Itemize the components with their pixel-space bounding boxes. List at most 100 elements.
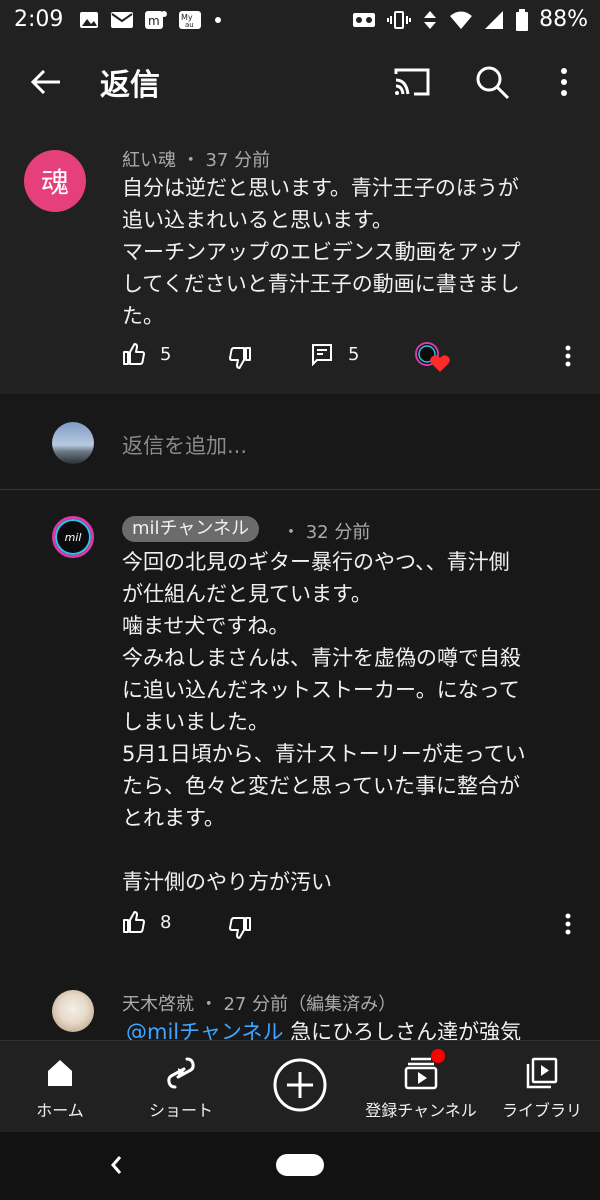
nav-shorts[interactable]: ショート (138, 1041, 224, 1133)
reply-text: @milチャンネル 急にひろしさん達が強気 (126, 1016, 521, 1040)
reply-text-start: 急にひろしさん達が強気 (290, 1020, 522, 1040)
reply-meta: 天木啓就 ・ 27 分前（編集済み） (122, 990, 396, 1016)
status-bar: 2:09 m My au 88% (0, 0, 600, 40)
search-icon (476, 66, 510, 100)
reply-more-button[interactable] (558, 912, 578, 936)
dot-icon (215, 17, 221, 23)
more-vert-icon (561, 68, 567, 96)
creator-channel-badge[interactable]: milチャンネル (122, 516, 259, 542)
reply-text: 今回の北見のギター暴行のやつ、、青汁側 が仕組んだと見ています。 噛ませ犬ですね… (122, 546, 526, 898)
library-icon (522, 1055, 562, 1091)
status-time: 2:09 (14, 7, 64, 32)
reply-line: とれます。 (122, 806, 225, 830)
notification-icons: m My au (78, 9, 224, 31)
nav-label: ホーム (36, 1101, 84, 1120)
dislike-button[interactable] (228, 916, 252, 940)
avatar[interactable]: mil (52, 516, 94, 558)
avatar[interactable]: 魂 (24, 150, 86, 212)
thumbs-down-icon (229, 347, 251, 369)
reply-line: 噛ませ犬ですね。 (122, 614, 290, 638)
m-app-icon: m (145, 11, 167, 29)
signal-icon (485, 10, 504, 29)
reply-time: 32 分前 (305, 522, 371, 543)
more-options-button[interactable] (546, 60, 582, 104)
add-circle-icon (273, 1058, 327, 1112)
create-button[interactable] (272, 1057, 328, 1113)
like-count: 5 (160, 343, 172, 365)
reply-line: 今回の北見のギター暴行のやつ、、青汁側 (122, 550, 510, 574)
vibrate-icon (387, 10, 412, 29)
reply-author[interactable]: 天木啓就 (122, 994, 194, 1015)
bottom-navigation: ホーム ショート 登録チャンネル ライブラリ (0, 1040, 600, 1132)
app-bar: 返信 (0, 40, 600, 122)
like-button[interactable]: 8 (122, 910, 171, 934)
reply-meta: ・ 32 分前 (282, 518, 370, 544)
meta-separator: ・ (181, 150, 206, 171)
add-reply-row: 返信を追加... (0, 394, 600, 490)
nav-label: 登録チャンネル (365, 1101, 477, 1120)
chevron-left-icon (111, 1156, 122, 1174)
thumbs-up-icon (123, 343, 145, 365)
image-icon (80, 12, 98, 28)
comment-icon (312, 344, 332, 366)
reply-line: たら、色々と変だと思っていた事に整合が (122, 774, 520, 798)
cast-button[interactable] (390, 60, 434, 104)
battery-icon (516, 8, 529, 31)
search-button[interactable] (470, 60, 514, 104)
svg-text:au: au (185, 21, 194, 29)
creator-heart-icon (415, 342, 450, 372)
comment-line: 追い込まれいると思います。 (122, 208, 393, 232)
parent-comment: 魂 紅い魂 ・ 37 分前 自分は逆だと思います。青汁王子のほうが 追い込まれい… (0, 122, 600, 394)
comment-more-button[interactable] (558, 344, 578, 368)
reply-button[interactable]: 5 (310, 342, 359, 366)
more-vert-icon (565, 345, 571, 367)
battery-percent: 88% (539, 7, 588, 32)
reply-line: が仕組んだと見ています。 (122, 582, 372, 606)
add-reply-input[interactable]: 返信を追加... (122, 430, 247, 460)
my-au-icon: Myau (179, 11, 201, 29)
avatar[interactable] (52, 990, 94, 1032)
nav-home[interactable]: ホーム (20, 1041, 100, 1133)
user-avatar (52, 422, 94, 464)
like-button[interactable]: 5 (122, 342, 171, 366)
cast-icon (394, 68, 430, 96)
notification-dot (431, 1049, 445, 1063)
reply-time: 27 分前（編集済み） (223, 994, 397, 1015)
system-navigation-bar (0, 1132, 600, 1200)
nav-label: ショート (148, 1101, 213, 1120)
system-back-button[interactable] (104, 1150, 128, 1180)
comment-meta: 紅い魂 ・ 37 分前 (122, 146, 270, 172)
shorts-icon (161, 1055, 201, 1091)
page-title: 返信 (100, 68, 160, 103)
comment-line: マーチンアップのエビデンス動画をアップ (122, 240, 521, 264)
more-vert-icon (565, 913, 571, 935)
reply-line: しまいました。 (122, 710, 269, 734)
svg-text:m: m (148, 14, 160, 28)
reply-item: mil milチャンネル ・ 32 分前 今回の北見のギター暴行のやつ、、青汁側… (0, 490, 600, 976)
data-arrows-icon (424, 10, 437, 29)
meta-separator: ・ (282, 522, 306, 543)
comment-text: 自分は逆だと思います。青汁王子のほうが 追い込まれいると思います。 マーチンアッ… (122, 172, 521, 332)
wifi-icon (450, 11, 473, 29)
dislike-button[interactable] (228, 346, 252, 370)
subscriptions-icon (401, 1049, 445, 1091)
thumbs-down-icon (229, 917, 251, 939)
comment-line: た。 (122, 304, 164, 328)
thumbs-up-icon (123, 911, 145, 933)
back-button[interactable] (26, 62, 66, 102)
nav-subscriptions[interactable]: 登録チャンネル (356, 1041, 486, 1133)
nav-library[interactable]: ライブラリ (496, 1041, 588, 1133)
arrow-back-icon (30, 69, 60, 95)
comment-line: してくださいと青汁王子の動画に書きまし (122, 272, 520, 296)
reply-line: 今みねしまさんは、青汁を虚偽の噂で自殺 (122, 646, 521, 670)
comment-time: 37 分前 (205, 150, 271, 171)
mention-link[interactable]: @milチャンネル (126, 1020, 284, 1040)
reply-count: 5 (348, 343, 360, 365)
like-count: 8 (160, 911, 172, 933)
home-pill[interactable] (276, 1154, 324, 1176)
reply-line: 青汁側のやり方が汚い (122, 870, 332, 894)
reply-item: 天木啓就 ・ 27 分前（編集済み） @milチャンネル 急にひろしさん達が強気 (0, 990, 600, 1040)
reply-line: に追い込んだネットストーカー。になって (122, 678, 520, 702)
comment-author[interactable]: 紅い魂 (122, 150, 176, 171)
creator-heart (414, 340, 454, 374)
